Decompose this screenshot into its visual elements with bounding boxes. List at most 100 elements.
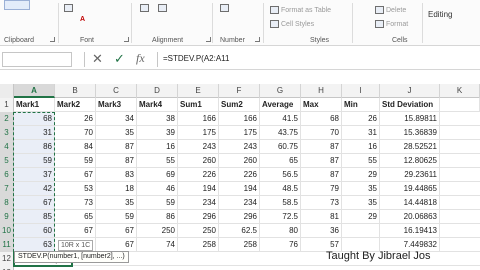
column-header-f[interactable]: F — [219, 84, 260, 98]
data-cell[interactable]: 296 — [178, 210, 219, 223]
cancel-icon[interactable]: ✕ — [92, 51, 103, 67]
data-cell[interactable]: 84 — [55, 140, 96, 153]
data-cell[interactable]: 59 — [137, 196, 178, 209]
format-as-table-button[interactable]: Format as Table — [270, 6, 331, 14]
header-cell[interactable]: Max — [301, 98, 342, 111]
data-cell[interactable]: 67 — [14, 196, 55, 209]
data-cell[interactable]: 243 — [178, 140, 219, 153]
data-cell[interactable]: 67 — [96, 224, 137, 237]
data-cell[interactable]: 87 — [301, 140, 342, 153]
name-box[interactable] — [2, 52, 72, 67]
row-header[interactable]: 6 — [0, 168, 14, 182]
data-cell[interactable]: 250 — [178, 224, 219, 237]
data-cell[interactable]: 26 — [342, 112, 380, 125]
data-cell[interactable]: 76 — [260, 238, 301, 251]
data-cell[interactable]: 39 — [137, 126, 178, 139]
data-cell[interactable]: 67 — [55, 224, 96, 237]
row-header[interactable]: 7 — [0, 182, 14, 196]
column-header-c[interactable]: C — [96, 84, 137, 98]
alignment-launcher-icon[interactable] — [206, 37, 211, 42]
data-cell[interactable]: 20.06863 — [380, 210, 440, 223]
data-cell[interactable]: 34 — [96, 112, 137, 125]
data-cell[interactable]: 175 — [219, 126, 260, 139]
data-cell[interactable]: 87 — [301, 154, 342, 167]
column-header-b[interactable]: B — [55, 84, 96, 98]
data-cell[interactable]: 175 — [178, 126, 219, 139]
column-header-j[interactable]: J — [380, 84, 440, 98]
data-cell[interactable]: 65 — [55, 210, 96, 223]
data-cell[interactable]: 86 — [137, 210, 178, 223]
delete-button[interactable]: Delete — [375, 6, 406, 14]
column-header-k[interactable]: K — [440, 84, 480, 98]
row-header[interactable]: 4 — [0, 140, 14, 154]
column-header-g[interactable]: G — [260, 84, 301, 98]
data-cell[interactable]: 31 — [342, 126, 380, 139]
number-launcher-icon[interactable] — [255, 37, 260, 42]
data-cell[interactable]: 18 — [96, 182, 137, 195]
data-cell[interactable]: 16 — [342, 140, 380, 153]
data-cell[interactable]: 29 — [342, 168, 380, 181]
data-cell[interactable]: 63 — [14, 238, 55, 251]
data-cell[interactable]: 74 — [137, 238, 178, 251]
data-cell[interactable]: 55 — [137, 154, 178, 167]
data-cell[interactable]: 69 — [137, 168, 178, 181]
row-header[interactable]: 8 — [0, 196, 14, 210]
data-cell[interactable]: 260 — [178, 154, 219, 167]
select-all-corner[interactable] — [0, 84, 14, 98]
header-cell[interactable]: Std Deviation — [380, 98, 440, 111]
data-cell[interactable]: 28.52521 — [380, 140, 440, 153]
row-header[interactable]: 3 — [0, 126, 14, 140]
clipboard-launcher-icon[interactable] — [50, 37, 55, 42]
data-cell[interactable]: 26 — [55, 112, 96, 125]
data-cell[interactable]: 70 — [301, 126, 342, 139]
data-cell[interactable]: 234 — [219, 196, 260, 209]
data-cell[interactable]: 60.75 — [260, 140, 301, 153]
data-cell[interactable]: 38 — [137, 112, 178, 125]
data-cell[interactable]: 15.89811 — [380, 112, 440, 125]
data-cell[interactable]: 55 — [342, 154, 380, 167]
data-cell[interactable]: 81 — [301, 210, 342, 223]
data-cell[interactable]: 36 — [301, 224, 342, 237]
enter-icon[interactable]: ✓ — [114, 51, 125, 67]
data-cell[interactable]: 35 — [342, 182, 380, 195]
data-cell[interactable]: 65 — [260, 154, 301, 167]
data-cell[interactable]: 59 — [14, 154, 55, 167]
data-cell[interactable]: 87 — [301, 168, 342, 181]
data-cell[interactable]: 12.80625 — [380, 154, 440, 167]
data-cell[interactable]: 35 — [96, 126, 137, 139]
data-cell[interactable]: 234 — [178, 196, 219, 209]
data-cell[interactable]: 70 — [55, 126, 96, 139]
paste-button[interactable] — [4, 0, 30, 10]
data-cell[interactable]: 296 — [219, 210, 260, 223]
data-cell[interactable]: 68 — [301, 112, 342, 125]
font-color-button[interactable]: A — [80, 16, 85, 23]
data-cell[interactable]: 194 — [219, 182, 260, 195]
header-cell[interactable]: Mark3 — [96, 98, 137, 111]
number-format-button[interactable] — [220, 4, 231, 12]
data-cell[interactable]: 194 — [178, 182, 219, 195]
header-cell[interactable] — [440, 98, 480, 111]
data-cell[interactable]: 19.44865 — [380, 182, 440, 195]
header-cell[interactable]: Average — [260, 98, 301, 111]
formula-input[interactable]: =STDEV.P(A2:A11 — [163, 54, 229, 63]
cell-styles-button[interactable]: Cell Styles — [270, 20, 314, 28]
data-cell[interactable]: 16 — [137, 140, 178, 153]
row-header[interactable]: 11 — [0, 238, 14, 252]
row-header[interactable]: 1 — [0, 98, 14, 112]
data-cell[interactable]: 15.36839 — [380, 126, 440, 139]
header-cell[interactable]: Sum2 — [219, 98, 260, 111]
font-launcher-icon[interactable] — [124, 37, 129, 42]
data-cell[interactable]: 58.5 — [260, 196, 301, 209]
data-cell[interactable]: 35 — [342, 196, 380, 209]
data-cell[interactable]: 43.75 — [260, 126, 301, 139]
data-cell[interactable]: 258 — [219, 238, 260, 251]
data-cell[interactable]: 258 — [178, 238, 219, 251]
data-cell[interactable]: 37 — [14, 168, 55, 181]
data-cell[interactable]: 48.5 — [260, 182, 301, 195]
data-cell[interactable]: 85 — [14, 210, 55, 223]
data-cell[interactable]: 14.44818 — [380, 196, 440, 209]
data-cell[interactable]: 87 — [96, 140, 137, 153]
column-header-e[interactable]: E — [178, 84, 219, 98]
column-header-d[interactable]: D — [137, 84, 178, 98]
data-cell[interactable]: 73 — [301, 196, 342, 209]
